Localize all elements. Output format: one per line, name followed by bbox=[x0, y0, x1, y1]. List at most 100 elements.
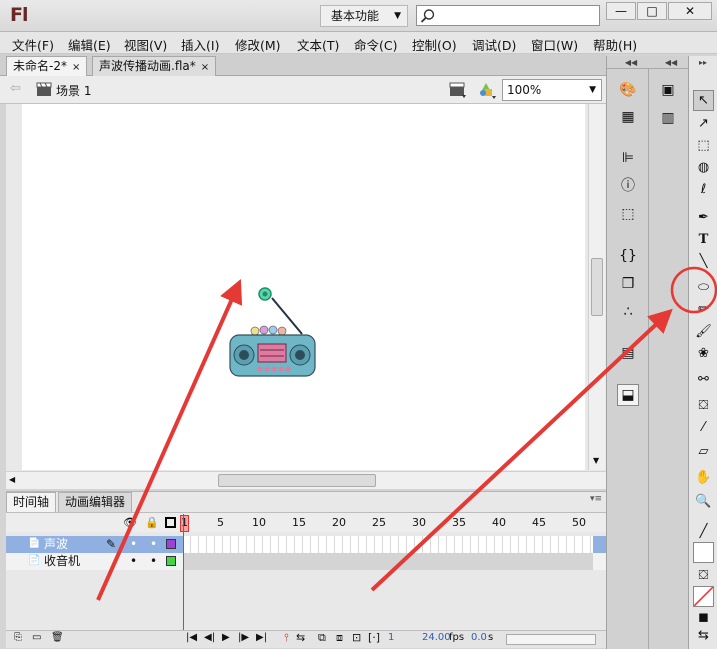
bone-tool-icon[interactable]: ⚯ bbox=[693, 370, 714, 391]
stage-canvas[interactable] bbox=[22, 104, 585, 470]
eye-icon[interactable]: 👁 bbox=[123, 516, 137, 529]
close-window-button[interactable]: ✕ bbox=[668, 2, 712, 20]
fps-value[interactable]: 24.00 bbox=[422, 632, 451, 643]
zoom-select[interactable]: 100% ▼ bbox=[502, 79, 602, 101]
layer-row[interactable]: 📄 收音机 • • bbox=[6, 553, 606, 570]
onion-skin-icon[interactable]: ⧉ bbox=[318, 631, 326, 645]
transform-panel-icon[interactable]: ⬚ bbox=[617, 204, 639, 226]
scroll-thumb[interactable] bbox=[218, 474, 376, 487]
collapse-panel-icon[interactable]: ◀◀ bbox=[611, 58, 651, 68]
menu-insert[interactable]: 插入(I) bbox=[181, 35, 219, 54]
outline-icon[interactable] bbox=[165, 517, 176, 528]
stroke-color-swatch[interactable] bbox=[693, 542, 714, 563]
color-panel-icon[interactable]: 🎨 bbox=[617, 80, 639, 102]
eraser-tool-icon[interactable]: ▱ bbox=[693, 442, 714, 463]
oval-tool-icon[interactable]: ⬭ bbox=[693, 278, 714, 299]
layer-name[interactable]: 收音机 bbox=[44, 553, 80, 569]
3d-rotation-tool-icon[interactable]: ◍ bbox=[693, 158, 714, 179]
swatches-panel-icon[interactable]: ▦ bbox=[617, 107, 639, 129]
align-panel-icon[interactable]: ⊫ bbox=[617, 148, 639, 170]
visibility-dot[interactable]: • bbox=[130, 536, 137, 552]
paint-bucket-tool-icon[interactable]: ⛋ bbox=[693, 396, 714, 417]
current-frame-value[interactable]: 1 bbox=[388, 632, 394, 643]
library-panel-icon[interactable]: ▥ bbox=[657, 108, 679, 130]
edit-scene-icon[interactable] bbox=[448, 81, 468, 99]
scene-panel-icon[interactable]: ⬓ bbox=[617, 384, 639, 406]
menu-help[interactable]: 帮助(H) bbox=[593, 35, 637, 54]
properties-panel-icon[interactable]: ▣ bbox=[657, 80, 679, 102]
vertical-scrollbar[interactable]: ▼ bbox=[588, 104, 605, 470]
text-tool-icon[interactable]: T bbox=[693, 230, 714, 251]
minimize-button[interactable]: — bbox=[606, 2, 636, 20]
scroll-left-icon[interactable]: ◀ bbox=[9, 475, 15, 484]
menu-window[interactable]: 窗口(W) bbox=[531, 35, 578, 54]
selection-tool-icon[interactable]: ↖ bbox=[693, 90, 714, 111]
brush-tool-icon[interactable]: 🖌 bbox=[693, 322, 714, 343]
menu-commands[interactable]: 命令(C) bbox=[354, 35, 397, 54]
tab-timeline[interactable]: 时间轴 bbox=[6, 492, 57, 512]
lock-dot[interactable]: • bbox=[150, 553, 157, 569]
zoom-tool-icon[interactable]: 🔍 bbox=[693, 492, 714, 513]
menu-modify[interactable]: 修改(M) bbox=[235, 35, 281, 54]
close-icon[interactable]: × bbox=[72, 62, 80, 73]
time-value[interactable]: 0.0 bbox=[471, 632, 487, 643]
menu-edit[interactable]: 编辑(E) bbox=[68, 35, 111, 54]
layer-name[interactable]: 声波 bbox=[44, 536, 68, 552]
menu-view[interactable]: 视图(V) bbox=[124, 35, 167, 54]
swap-colors-icon[interactable]: ⇆ bbox=[693, 626, 714, 647]
menu-file[interactable]: 文件(F) bbox=[12, 35, 54, 54]
center-frame-icon[interactable]: ⫯ bbox=[284, 631, 289, 645]
onion-outline-icon[interactable]: ⧈ bbox=[336, 631, 343, 645]
trash-icon[interactable]: 🗑 bbox=[51, 632, 64, 643]
collapse-panel-icon[interactable]: ◀◀ bbox=[651, 58, 691, 68]
panel-menu-icon[interactable]: ▾≡ bbox=[590, 494, 602, 504]
edit-symbols-icon[interactable] bbox=[476, 80, 498, 100]
hand-tool-icon[interactable]: ✋ bbox=[693, 468, 714, 489]
pencil-tool-icon[interactable]: ✏ bbox=[693, 300, 714, 321]
history-panel-icon[interactable]: ▤ bbox=[617, 343, 639, 365]
visibility-dot[interactable]: • bbox=[130, 553, 137, 569]
step-forward-icon[interactable]: |▶ bbox=[238, 632, 249, 643]
info-panel-icon[interactable]: ⓘ bbox=[617, 176, 639, 198]
step-back-icon[interactable]: ◀| bbox=[204, 632, 215, 643]
back-arrow-icon[interactable]: ⇦ bbox=[10, 81, 21, 96]
code-snippets-icon[interactable]: {} bbox=[617, 246, 639, 268]
lasso-tool-icon[interactable]: ℓ bbox=[693, 180, 714, 201]
play-icon[interactable]: ▶ bbox=[222, 632, 230, 643]
eyedropper-tool-icon[interactable]: ⁄ bbox=[693, 418, 714, 439]
new-layer-icon[interactable]: ⎘ bbox=[14, 632, 22, 643]
scroll-thumb[interactable] bbox=[591, 258, 603, 316]
layer-row[interactable]: 📄 声波 ✎ • • bbox=[6, 536, 606, 553]
tab-sound-wave-animation[interactable]: 声波传播动画.fla* × bbox=[92, 56, 217, 76]
menu-control[interactable]: 控制(O) bbox=[412, 35, 457, 54]
components-panel-icon[interactable]: ❒ bbox=[617, 274, 639, 296]
stroke-color-icon[interactable]: ╱ bbox=[693, 522, 714, 543]
tab-motion-editor[interactable]: 动画编辑器 bbox=[58, 492, 133, 512]
layer-color-swatch[interactable] bbox=[166, 539, 176, 549]
pen-tool-icon[interactable]: ✒ bbox=[693, 208, 714, 229]
frames-track[interactable] bbox=[183, 553, 593, 570]
loop-icon[interactable]: ⇆ bbox=[296, 631, 305, 644]
radio-illustration[interactable] bbox=[222, 282, 322, 382]
new-folder-icon[interactable]: ▭ bbox=[32, 632, 41, 643]
fill-color-icon[interactable]: ⛋ bbox=[693, 566, 714, 587]
fill-color-swatch[interactable] bbox=[693, 586, 714, 607]
frames-track[interactable] bbox=[183, 536, 593, 553]
collapse-panel-icon[interactable]: ▸▸ bbox=[691, 58, 715, 68]
scroll-down-icon[interactable]: ▼ bbox=[593, 456, 599, 465]
close-icon[interactable]: × bbox=[201, 62, 209, 73]
layer-color-swatch[interactable] bbox=[166, 556, 176, 566]
workspace-switcher[interactable]: 基本功能 ▼ bbox=[320, 5, 408, 27]
edit-multiple-frames-icon[interactable]: ⊡ bbox=[352, 631, 361, 644]
menu-debug[interactable]: 调试(D) bbox=[472, 35, 516, 54]
line-tool-icon[interactable]: ╲ bbox=[693, 252, 714, 273]
modify-markers-icon[interactable]: [·] bbox=[368, 631, 380, 644]
go-first-frame-icon[interactable]: |◀ bbox=[186, 632, 197, 643]
help-search-input[interactable] bbox=[416, 5, 600, 26]
maximize-button[interactable]: □ bbox=[637, 2, 667, 20]
subselection-tool-icon[interactable]: ↗ bbox=[693, 114, 714, 135]
horizontal-scrollbar[interactable]: ◀ bbox=[6, 471, 606, 489]
lock-dot[interactable]: • bbox=[150, 536, 157, 552]
go-last-frame-icon[interactable]: ▶| bbox=[256, 632, 267, 643]
timeline-hscroll[interactable] bbox=[506, 634, 596, 645]
